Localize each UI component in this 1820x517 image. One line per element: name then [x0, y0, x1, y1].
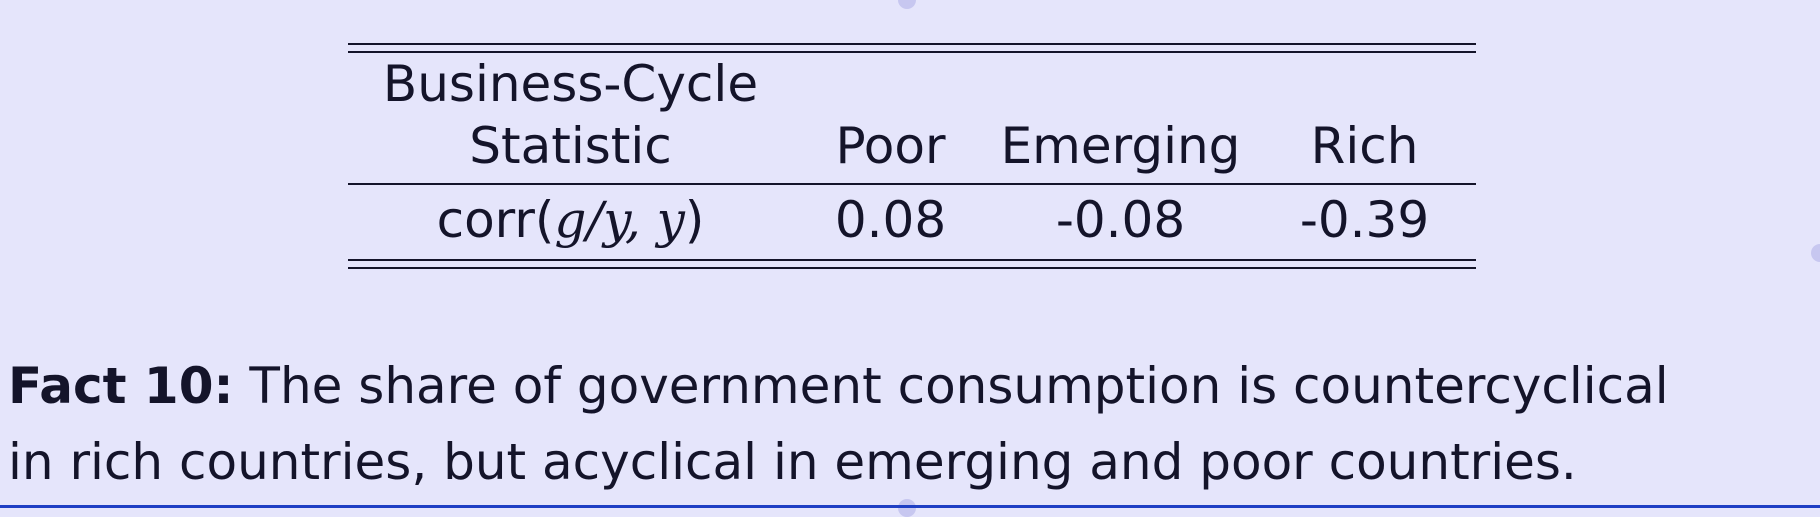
header-statistic-line2: Statistic: [469, 117, 672, 175]
decor-dot-top: [898, 0, 916, 9]
table-bottom-rule: [348, 259, 1476, 261]
header-statistic-line1: Business-Cycle: [382, 55, 759, 113]
header-rich: Rich: [1310, 117, 1419, 175]
cell-emerging: -0.08: [1055, 191, 1186, 249]
stat-suffix: ): [684, 191, 705, 249]
decor-dot-right: [1811, 244, 1820, 262]
stat-math: g/y, y: [554, 191, 685, 249]
table-header-row: Business-Cycle Statistic Poor Emerging R…: [348, 53, 1476, 184]
caption-line-1: Fact 10: The share of government consump…: [8, 348, 1820, 424]
table-bottom-rule-2: [348, 267, 1476, 269]
table-top-rule: [348, 43, 1476, 45]
header-statistic: Business-Cycle Statistic: [348, 53, 793, 184]
header-poor: Poor: [835, 117, 946, 175]
business-cycle-table: Business-Cycle Statistic Poor Emerging R…: [348, 43, 1476, 269]
fact-caption: Fact 10: The share of government consump…: [8, 348, 1820, 500]
cell-statistic: corr(g/y, y): [348, 184, 793, 259]
caption-text-1: The share of government consumption is c…: [249, 357, 1669, 415]
caption-label: Fact 10:: [8, 357, 234, 415]
stat-prefix: corr(: [436, 191, 555, 249]
cell-poor: 0.08: [834, 191, 947, 249]
decor-dot-bottom: [898, 499, 916, 517]
table-row: corr(g/y, y) 0.08 -0.08 -0.39: [348, 184, 1476, 259]
caption-text-2: in rich countries, but acyclical in emer…: [8, 433, 1577, 491]
header-emerging: Emerging: [1000, 117, 1241, 175]
cell-rich: -0.39: [1299, 191, 1430, 249]
statistics-table: Business-Cycle Statistic Poor Emerging R…: [348, 53, 1476, 259]
